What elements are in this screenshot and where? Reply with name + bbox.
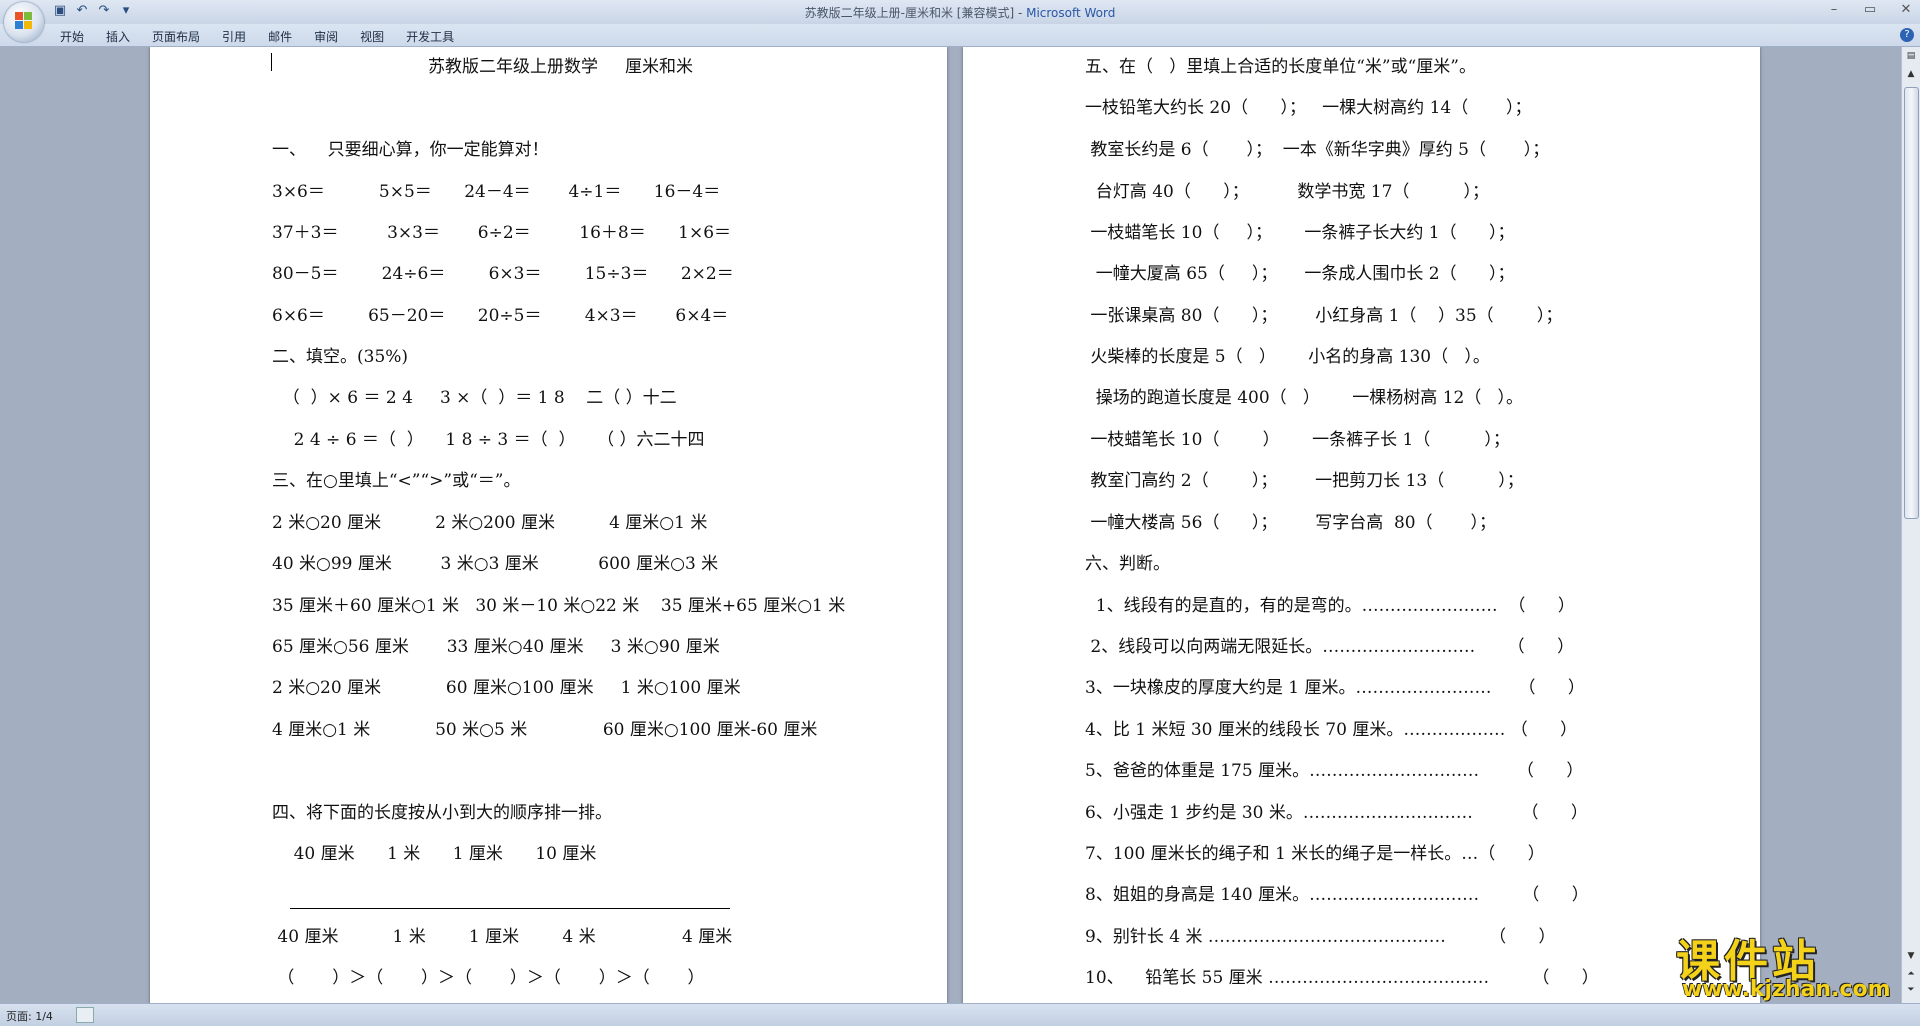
status-bar: 页面: 1/4 [0,1003,1920,1026]
doc-line: 9、别针长 4 米 …………………………………… （ ） [1085,927,1556,947]
doc-line: 37＋3＝ 3×3＝ 6÷2＝ 16＋8＝ 1×6＝ [272,223,732,243]
section-heading: 六、判断。 [1085,554,1170,574]
doc-line: 7、100 厘米长的绳子和 1 米长的绳子是一样长。…（ ） [1085,844,1545,864]
doc-line: 3、一块橡皮的厚度大约是 1 厘米。…………………… （ ） [1085,678,1585,698]
tab-mailings[interactable]: 邮件 [258,28,304,45]
window-title: 苏教版二年级上册-厘米和米 [兼容模式] - Microsoft Word [0,4,1920,21]
doc-line: 6、小强走 1 步约是 30 米。………………………… （ ） [1085,803,1588,823]
doc-line: 一枝铅笔大约长 20（ ）； 一棵大树高约 14（ ）； [1085,98,1532,118]
answer-line [290,908,730,909]
doc-line: 6×6＝ 65－20＝ 20÷5＝ 4×3＝ 6×4＝ [272,306,729,326]
doc-line: 操场的跑道长度是 400（ ） 一棵杨树高 12（ ）。 [1085,388,1524,408]
minimize-icon[interactable]: – [1824,2,1844,17]
doc-line: 2、线段可以向两端无限延长。……………………… （ ） [1085,637,1575,657]
doc-line: 65 厘米○56 厘米 33 厘米○40 厘米 3 米○90 厘米 [272,637,720,657]
title-bar: ▣ ↶ ↷ ▾ 苏教版二年级上册-厘米和米 [兼容模式] - Microsoft… [0,0,1920,24]
page-left[interactable]: 苏教版二年级上册数学 厘米和米 一、 只要细心算，你一定能算对！ 3×6＝ 5×… [150,47,947,1003]
ribbon: 开始 插入 页面布局 引用 邮件 审阅 视图 开发工具 ? [0,24,1920,47]
page-right[interactable]: 五、在（ ）里填上合适的长度单位“米”或“厘米”。 一枝铅笔大约长 20（ ）；… [963,47,1760,1003]
page-indicator[interactable]: 页面: 1/4 [6,1008,53,1024]
doc-line: （ ）× 6 ＝ 2 4 3 ×（ ）＝ 1 8 二（ ）十二 [272,388,677,408]
doc-line: 2 米○20 厘米 60 厘米○100 厘米 1 米○100 厘米 [272,678,741,698]
doc-title: 苏教版二年级上册数学 厘米和米 [428,57,694,77]
section-heading: 二、填空。(35%) [272,347,409,367]
office-button[interactable] [4,2,44,42]
document-area: 苏教版二年级上册数学 厘米和米 一、 只要细心算，你一定能算对！ 3×6＝ 5×… [0,47,1902,1003]
window-controls: – ▭ ✕ [1824,2,1916,17]
maximize-icon[interactable]: ▭ [1860,2,1880,17]
doc-line: 40 厘米 1 米 1 厘米 4 米 4 厘米 [272,927,733,947]
section-heading: 三、在○里填上“<”“>”或“＝”。 [272,471,521,491]
document-title: 苏教版二年级上册-厘米和米 [兼容模式] - [804,6,1027,20]
section-heading: 四、将下面的长度按从小到大的顺序排一排。 [272,803,612,823]
doc-line: 2 米○20 厘米 2 米○200 厘米 4 厘米○1 米 [272,513,708,533]
doc-line: 4、比 1 米短 30 厘米的线段长 70 厘米。……………… （ ） [1085,720,1578,740]
doc-line: 教室门高约 2（ ）； 一把剪刀长 13（ ）； [1085,471,1524,491]
doc-line: 40 米○99 厘米 3 米○3 厘米 600 厘米○3 米 [272,554,719,574]
doc-line: 一幢大厦高 65（ ）； 一条成人围巾长 2（ ）； [1085,264,1515,284]
section-heading: 一、 只要细心算，你一定能算对！ [272,140,549,160]
doc-line: 80－5＝ 24÷6＝ 6×3＝ 15÷3＝ 2×2＝ [272,264,734,284]
doc-line: 5、爸爸的体重是 175 厘米。………………………… （ ） [1085,761,1584,781]
doc-line: （ ）＞（ ）＞（ ）＞（ ）＞（ ） [272,968,705,988]
doc-line: 8、姐姐的身高是 140 厘米。………………………… （ ） [1085,885,1589,905]
doc-line: 一幢大楼高 56（ ）； 写字台高 80（ ）； [1085,513,1496,533]
application-name: Microsoft Word [1026,6,1116,20]
doc-line: 10、 铅笔长 55 厘米 ………………………………… （ ） [1085,968,1599,988]
close-icon[interactable]: ✕ [1896,2,1916,17]
ribbon-tabs: 开始 插入 页面布局 引用 邮件 审阅 视图 开发工具 [50,28,466,45]
doc-line: 40 厘米 1 米 1 厘米 10 厘米 [272,844,597,864]
tab-home[interactable]: 开始 [50,28,96,45]
help-icon[interactable]: ? [1900,28,1914,42]
tab-references[interactable]: 引用 [212,28,258,45]
tab-view[interactable]: 视图 [350,28,396,45]
doc-line: 4 厘米○1 米 50 米○5 米 60 厘米○100 厘米-60 厘米 [272,720,818,740]
scroll-up-icon[interactable]: ▲ [1904,67,1918,81]
doc-line: 教室长约是 6（ ）； 一本《新华字典》厚约 5（ ）； [1085,140,1550,160]
watermark: 课件站 www.kjzhan.com [1668,925,1908,1003]
tab-page-layout[interactable]: 页面布局 [142,28,212,45]
doc-line: 1、线段有的是直的，有的是弯的。…………………… （ ） [1085,596,1575,616]
doc-line: 一枝蜡笔长 10（ ）； 一条裤子长大约 1（ ）； [1085,223,1515,243]
doc-line: 2 4 ÷ 6 ＝（ ） 1 8 ÷ 3 ＝（ ） （ ）六二十四 [272,430,705,450]
watermark-url: www.kjzhan.com [1682,977,1891,1002]
doc-line: 一张课桌高 80（ ）； 小红身高 1（ ）35（ ）； [1085,306,1563,326]
text-cursor [271,53,272,71]
proofing-icon[interactable] [76,1007,94,1023]
section-heading: 五、在（ ）里填上合适的长度单位“米”或“厘米”。 [1085,57,1476,77]
doc-line: 火柴棒的长度是 5（ ） 小名的身高 130（ ）。 [1085,347,1490,367]
tab-developer[interactable]: 开发工具 [396,28,466,45]
doc-line: 一枝蜡笔长 10（ ） 一条裤子长 1（ ）； [1085,430,1510,450]
scrollbar-thumb[interactable] [1904,87,1919,519]
doc-line: 3×6＝ 5×5＝ 24－4＝ 4÷1＝ 16－4＝ [272,182,721,202]
doc-line: 台灯高 40（ ）； 数学书宽 17（ ）； [1085,182,1489,202]
vertical-scrollbar[interactable]: ▤ ▲ ▼ ⏶ ⏷ [1901,47,1920,1003]
doc-line: 35 厘米＋60 厘米○1 米 30 米－10 米○22 米 35 厘米+65 … [272,596,846,616]
tab-review[interactable]: 审阅 [304,28,350,45]
tab-insert[interactable]: 插入 [96,28,142,45]
office-logo-icon [15,12,33,30]
ruler-toggle-icon[interactable]: ▤ [1904,49,1918,63]
